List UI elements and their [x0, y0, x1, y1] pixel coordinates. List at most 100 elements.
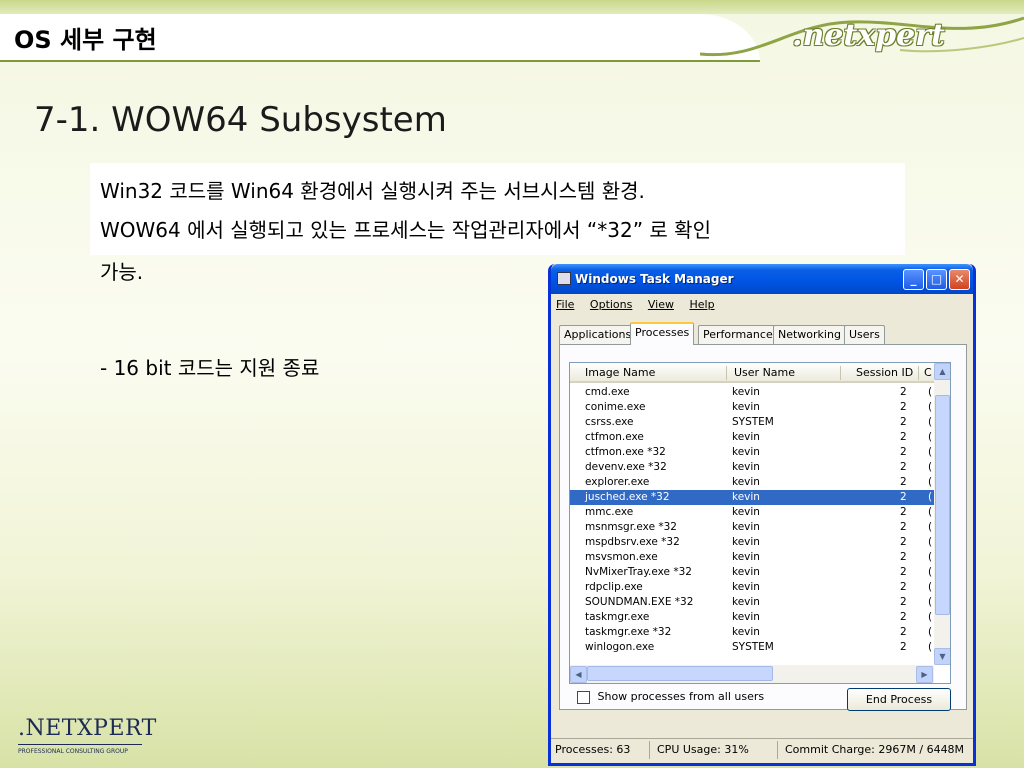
table-row[interactable]: taskmgr.exe kevin 2 ( [570, 610, 934, 625]
table-row[interactable]: rdpclip.exe kevin 2 ( [570, 580, 934, 595]
tab-performance[interactable]: Performance [698, 325, 778, 344]
column-divider[interactable] [918, 366, 919, 380]
table-row[interactable]: taskmgr.exe *32 kevin 2 ( [570, 625, 934, 640]
table-row[interactable]: mspdbsrv.exe *32 kevin 2 ( [570, 535, 934, 550]
column-divider[interactable] [726, 366, 727, 380]
menu-help[interactable]: Help [689, 298, 714, 311]
process-cpu: ( [928, 581, 933, 593]
process-image-name: msvsmon.exe [585, 551, 658, 563]
scroll-up-icon[interactable]: ▲ [934, 363, 950, 380]
slide-heading: 7-1. WOW64 Subsystem [34, 100, 447, 140]
table-row[interactable]: ctfmon.exe kevin 2 ( [570, 430, 934, 445]
scroll-down-icon[interactable]: ▼ [934, 648, 950, 665]
process-session-id: 2 [900, 626, 907, 638]
process-image-name: taskmgr.exe *32 [585, 626, 672, 638]
horizontal-scrollbar[interactable]: ◀ ▶ [570, 665, 934, 683]
minimize-button[interactable]: _ [903, 269, 924, 290]
process-session-id: 2 [900, 416, 907, 428]
table-row[interactable]: msnmsgr.exe *32 kevin 2 ( [570, 520, 934, 535]
show-all-users-row[interactable]: Show processes from all users [577, 690, 764, 706]
menu-options[interactable]: Options [590, 298, 632, 311]
table-row[interactable]: jusched.exe *32 kevin 2 ( [570, 490, 934, 505]
body-text-line-2: WOW64 에서 실행되고 있는 프로세스는 작업관리자에서 “*32” 로 확… [100, 218, 711, 242]
process-user-name: SYSTEM [732, 641, 774, 653]
table-row[interactable]: mmc.exe kevin 2 ( [570, 505, 934, 520]
table-row[interactable]: winlogon.exe SYSTEM 2 ( [570, 640, 934, 655]
end-process-button[interactable]: End Process [847, 688, 951, 711]
process-session-id: 2 [900, 491, 907, 503]
process-cpu: ( [928, 401, 933, 413]
menu-bar: File Options View Help [556, 298, 727, 314]
process-cpu: ( [928, 626, 933, 638]
process-session-id: 2 [900, 506, 907, 518]
vertical-scrollbar[interactable]: ▲ ▼ [934, 363, 950, 665]
process-session-id: 2 [900, 536, 907, 548]
table-row[interactable]: msvsmon.exe kevin 2 ( [570, 550, 934, 565]
task-manager-icon [557, 272, 571, 285]
vertical-scroll-thumb[interactable] [935, 395, 950, 615]
process-user-name: kevin [732, 611, 760, 623]
process-user-name: kevin [732, 491, 760, 503]
scroll-right-icon[interactable]: ▶ [916, 666, 933, 683]
table-row[interactable]: explorer.exe kevin 2 ( [570, 475, 934, 490]
table-row[interactable]: devenv.exe *32 kevin 2 ( [570, 460, 934, 475]
body-text-line-1: Win32 코드를 Win64 환경에서 실행시켜 주는 서브시스템 환경. [100, 179, 645, 203]
process-user-name: kevin [732, 461, 760, 473]
show-all-users-label[interactable]: Show processes from all users [598, 690, 765, 703]
tab-applications[interactable]: Applications [559, 325, 637, 344]
scroll-left-icon[interactable]: ◀ [570, 666, 587, 683]
column-image-name[interactable]: Image Name [585, 366, 655, 379]
footer-logo-tagline: PROFESSIONAL CONSULTING GROUP [18, 748, 128, 755]
close-button[interactable]: ✕ [949, 269, 970, 290]
process-session-id: 2 [900, 641, 907, 653]
process-cpu: ( [928, 551, 933, 563]
column-cpu[interactable]: C [924, 366, 932, 379]
maximize-button[interactable]: □ [926, 269, 947, 290]
title-bar[interactable]: Windows Task Manager _ □ ✕ [551, 264, 973, 294]
column-user-name[interactable]: User Name [734, 366, 795, 379]
process-user-name: kevin [732, 506, 760, 518]
tab-users[interactable]: Users [844, 325, 885, 344]
menu-file[interactable]: File [556, 298, 574, 311]
process-user-name: kevin [732, 431, 760, 443]
footer-logo: .NETXPERT [18, 716, 157, 741]
column-divider[interactable] [840, 366, 841, 380]
process-user-name: kevin [732, 626, 760, 638]
tab-processes[interactable]: Processes [630, 322, 695, 345]
table-row[interactable]: ctfmon.exe *32 kevin 2 ( [570, 445, 934, 460]
process-session-id: 2 [900, 461, 907, 473]
table-row[interactable]: conime.exe kevin 2 ( [570, 400, 934, 415]
process-session-id: 2 [900, 476, 907, 488]
process-list-header: Image Name User Name Session ID C [570, 363, 934, 383]
process-cpu: ( [928, 566, 933, 578]
status-commit-charge: Commit Charge: 2967M / 6448M [785, 743, 965, 756]
table-row[interactable]: cmd.exe kevin 2 ( [570, 385, 934, 400]
process-session-id: 2 [900, 521, 907, 533]
body-text-line-3: 가능. [100, 260, 144, 284]
process-list[interactable]: Image Name User Name Session ID C cmd.ex… [569, 362, 951, 684]
process-cpu: ( [928, 596, 933, 608]
menu-view[interactable]: View [648, 298, 674, 311]
process-image-name: mmc.exe [585, 506, 634, 518]
process-cpu: ( [928, 446, 933, 458]
process-cpu: ( [928, 536, 933, 548]
process-image-name: rdpclip.exe [585, 581, 643, 593]
table-row[interactable]: csrss.exe SYSTEM 2 ( [570, 415, 934, 430]
table-row[interactable]: SOUNDMAN.EXE *32 kevin 2 ( [570, 595, 934, 610]
process-session-id: 2 [900, 566, 907, 578]
process-image-name: conime.exe [585, 401, 646, 413]
tab-networking[interactable]: Networking [773, 325, 846, 344]
status-cpu-usage: CPU Usage: 31% [657, 743, 749, 756]
process-user-name: kevin [732, 596, 760, 608]
horizontal-scroll-thumb[interactable] [587, 666, 773, 681]
footer-logo-divider [18, 744, 142, 745]
process-image-name: mspdbsrv.exe *32 [585, 536, 680, 548]
show-all-users-checkbox[interactable] [577, 690, 590, 704]
process-image-name: explorer.exe [585, 476, 650, 488]
process-user-name: kevin [732, 446, 760, 458]
process-image-name: jusched.exe *32 [585, 491, 670, 503]
process-image-name: taskmgr.exe [585, 611, 650, 623]
process-session-id: 2 [900, 581, 907, 593]
column-session-id[interactable]: Session ID [856, 366, 913, 379]
table-row[interactable]: NvMixerTray.exe *32 kevin 2 ( [570, 565, 934, 580]
